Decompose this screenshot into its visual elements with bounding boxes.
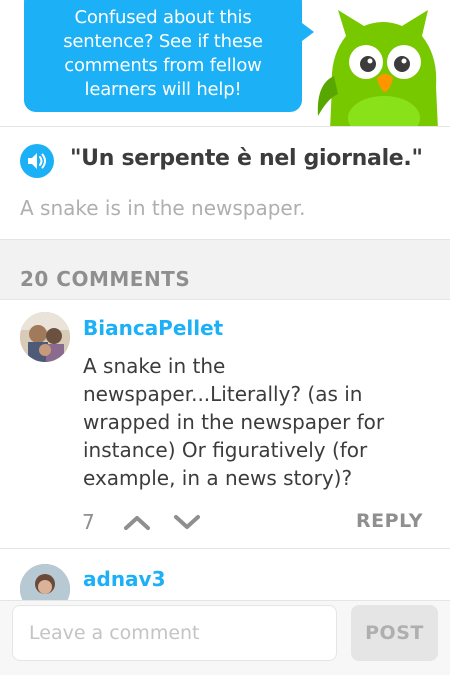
speech-bubble-tail	[298, 20, 314, 44]
avatar[interactable]	[20, 564, 70, 600]
discussion-header: Confused about this sentence? See if the…	[0, 0, 450, 127]
upvote-chevron-icon[interactable]	[122, 512, 152, 532]
comment-item: adnav3	[0, 550, 450, 600]
user-photo-icon	[20, 312, 70, 362]
speaker-button[interactable]	[20, 144, 54, 178]
comments-count: 20 COMMENTS	[20, 267, 191, 291]
speech-bubble: Confused about this sentence? See if the…	[24, 0, 302, 112]
comment-composer: POST	[0, 600, 450, 675]
comments-header: 20 COMMENTS	[0, 239, 450, 300]
sentence-translation: A snake is in the newspaper.	[20, 196, 306, 220]
sentence-text: "Un serpente è nel giornale."	[70, 146, 423, 171]
comment-input[interactable]	[12, 605, 337, 661]
downvote-chevron-icon[interactable]	[172, 512, 202, 532]
reply-button[interactable]: REPLY	[356, 510, 423, 532]
comment-username[interactable]: BiancaPellet	[83, 316, 223, 340]
comment-item: BiancaPellet A snake in the newspaper...…	[0, 300, 450, 549]
comment-text: A snake in the newspaper...Literally? (a…	[83, 354, 385, 490]
sentence-panel	[0, 127, 450, 239]
user-photo-icon	[20, 564, 70, 600]
bubble-text: Confused about this sentence? See if the…	[63, 7, 263, 100]
speaker-icon	[28, 153, 46, 169]
vote-count: 7	[82, 510, 95, 534]
comment-username[interactable]: adnav3	[83, 567, 166, 591]
avatar[interactable]	[20, 312, 70, 362]
owl-mascot-icon	[317, 10, 438, 126]
post-button[interactable]: POST	[351, 605, 438, 661]
